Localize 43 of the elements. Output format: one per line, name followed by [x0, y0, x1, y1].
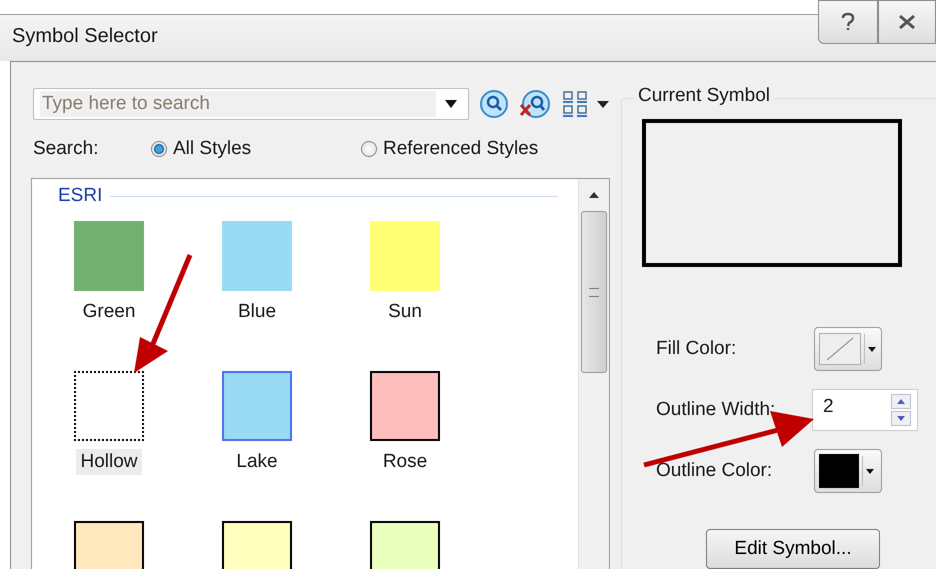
scroll-thumb[interactable] [581, 211, 607, 373]
no-fill-icon [825, 336, 855, 362]
outline-color-label: Outline Color: [656, 460, 772, 482]
symbol-swatch[interactable] [222, 371, 292, 441]
outline-width-label: Outline Width: [656, 399, 776, 421]
symbol-swatch[interactable] [370, 221, 440, 291]
search-field[interactable]: Type here to search [33, 88, 469, 120]
clear-search-icon[interactable] [519, 89, 551, 119]
spin-down-icon[interactable] [891, 411, 911, 426]
symbol-label[interactable]: Sun [384, 299, 426, 325]
dropdown-caret-icon [444, 99, 458, 109]
symbol-label[interactable]: Green [78, 299, 140, 325]
scope-radio[interactable]: Referenced Styles [361, 138, 538, 160]
close-button[interactable] [878, 0, 936, 44]
symbol-swatch[interactable] [74, 221, 144, 291]
symbol-swatch[interactable] [74, 371, 144, 441]
outline-color-button[interactable] [814, 449, 882, 493]
symbol-swatch[interactable] [370, 371, 440, 441]
scrollbar[interactable] [578, 179, 609, 569]
dropdown-caret-icon [866, 468, 874, 474]
help-button[interactable] [818, 0, 878, 44]
symbol-label[interactable]: Lake [232, 449, 282, 475]
search-label: Search: [33, 138, 100, 160]
group-header: ESRI [58, 185, 102, 207]
outline-width-field[interactable]: 2 [812, 389, 918, 431]
group-title: Current Symbol [634, 85, 774, 107]
dropdown-caret-icon [868, 346, 876, 352]
close-icon [897, 14, 917, 30]
outline-color-swatch [819, 454, 859, 488]
search-icon[interactable] [479, 89, 509, 119]
scroll-up-icon[interactable] [588, 191, 600, 199]
help-icon [840, 12, 856, 32]
spin-up-icon[interactable] [891, 394, 911, 409]
symbol-label[interactable]: Hollow [76, 449, 142, 475]
scope-radio[interactable]: All Styles [151, 138, 361, 160]
fill-color-button[interactable] [814, 327, 882, 371]
symbol-swatch[interactable] [222, 221, 292, 291]
symbol-label[interactable]: Rose [378, 449, 432, 475]
window-title: Symbol Selector [11, 24, 158, 48]
edit-symbol-button[interactable]: Edit Symbol... [706, 529, 880, 569]
fill-color-label: Fill Color: [656, 338, 736, 360]
symbol-label[interactable]: Blue [234, 299, 280, 325]
view-options-icon[interactable] [561, 89, 611, 119]
